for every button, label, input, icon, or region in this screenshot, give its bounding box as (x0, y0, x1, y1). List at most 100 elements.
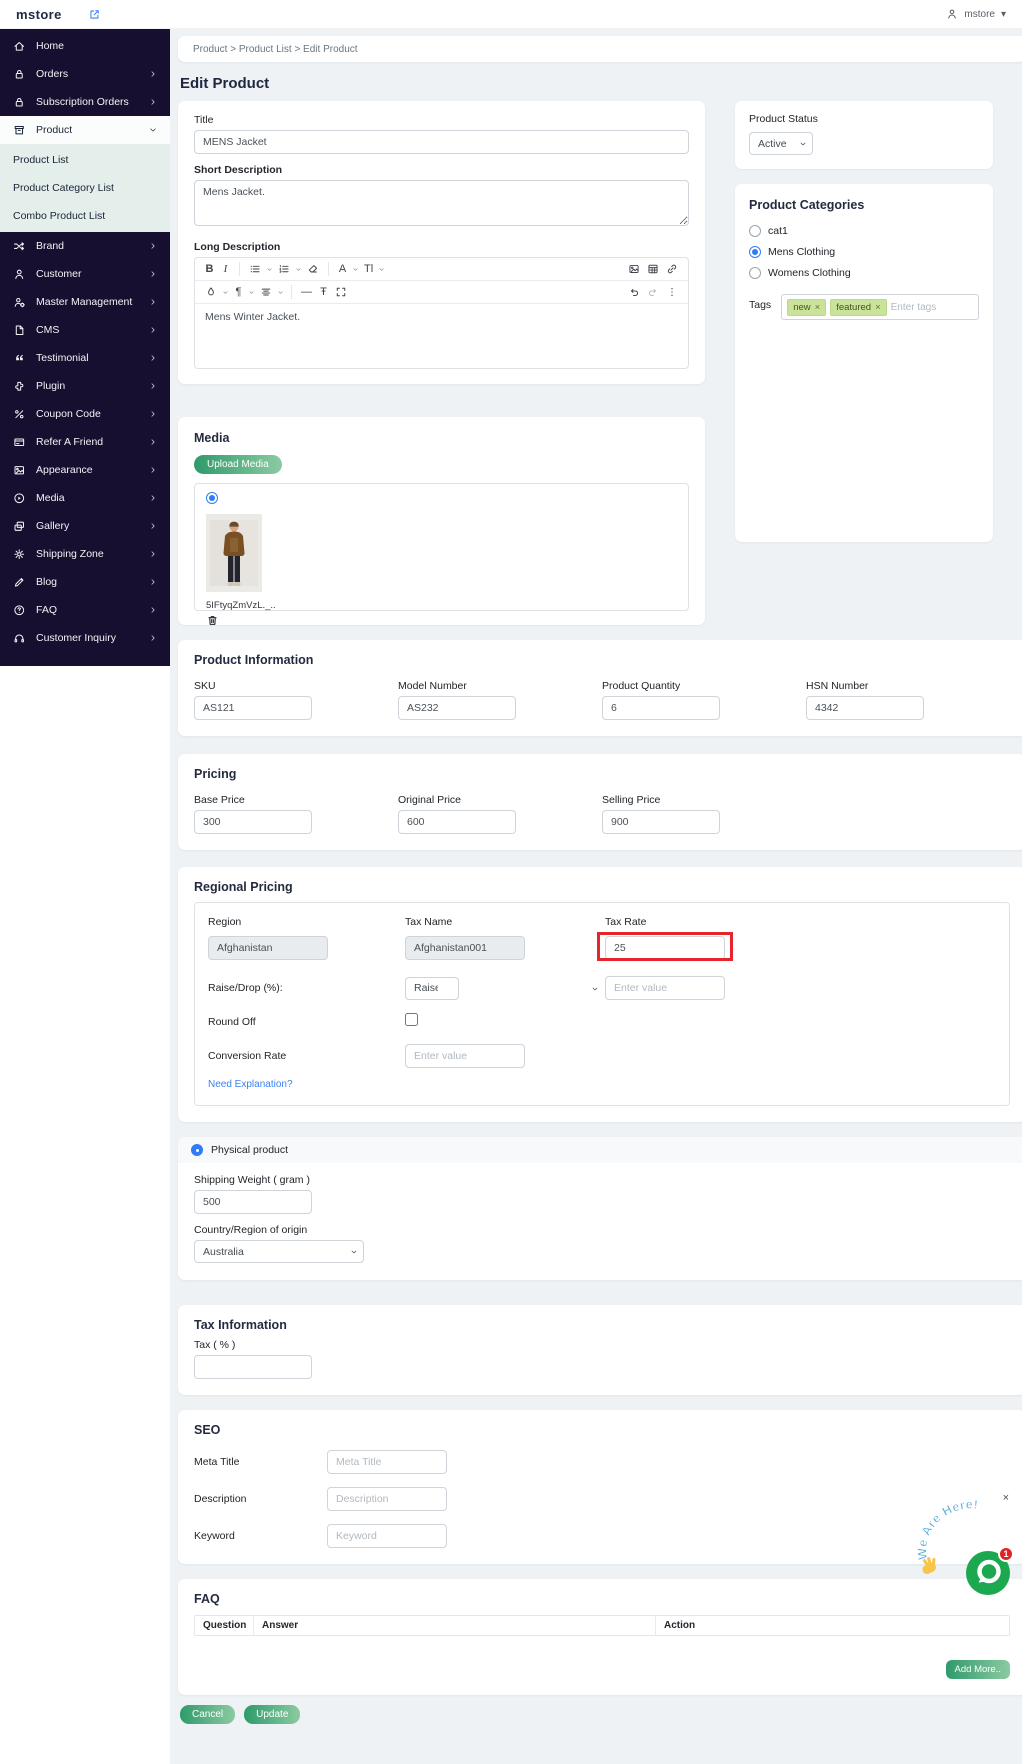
sidebar-item-testimonial[interactable]: Testimonial (0, 344, 170, 372)
upload-media-button[interactable]: Upload Media (194, 455, 282, 474)
sidebar-item-appearance[interactable]: Appearance (0, 456, 170, 484)
sidebar-subitem-product-list[interactable]: Product List (0, 146, 170, 174)
tags-input[interactable] (891, 302, 973, 313)
redo-button[interactable] (644, 283, 662, 301)
sidebar-item-master-management[interactable]: Master Management (0, 288, 170, 316)
sidebar-subitem-combo-product-list[interactable]: Combo Product List (0, 202, 170, 230)
selling-price-input[interactable] (602, 810, 720, 834)
insert-link-button[interactable] (663, 260, 681, 278)
physical-product-radio[interactable] (191, 1144, 203, 1156)
seo-input-meta-title[interactable] (327, 1450, 447, 1474)
sidebar-item-cms[interactable]: CMS (0, 316, 170, 344)
brand-logo[interactable]: mstore (16, 7, 62, 22)
tax-name-label: Tax Name (405, 916, 605, 928)
long-description-editor-body[interactable]: Mens Winter Jacket. (195, 304, 688, 368)
raise-drop-value-input[interactable] (605, 976, 725, 1000)
sidebar-item-shipping-zone[interactable]: Shipping Zone (0, 540, 170, 568)
origin-select[interactable]: Australia (194, 1240, 364, 1263)
sidebar-item-brand[interactable]: Brand (0, 232, 170, 260)
bullet-list-button[interactable] (246, 260, 264, 278)
conversion-rate-input[interactable] (405, 1044, 525, 1068)
media-selected-radio[interactable] (206, 492, 218, 504)
sidebar-item-customer[interactable]: Customer (0, 260, 170, 288)
radio-checked-icon[interactable] (749, 246, 761, 258)
external-link-icon[interactable] (88, 8, 101, 21)
text-style-button[interactable]: Tl (361, 260, 376, 278)
category-option-mens-clothing[interactable]: Mens Clothing (749, 246, 979, 258)
seo-input-keyword[interactable] (327, 1524, 447, 1548)
cancel-button[interactable]: Cancel (180, 1705, 235, 1724)
round-off-checkbox[interactable] (405, 1013, 418, 1026)
sidebar-item-label: Brand (36, 240, 140, 252)
sidebar-item-media[interactable]: Media (0, 484, 170, 512)
sku-input[interactable] (194, 696, 312, 720)
paragraph-button[interactable]: ¶ (231, 283, 246, 301)
user-icon (946, 8, 958, 20)
product-status-select[interactable]: Active (749, 132, 813, 155)
more-options-button[interactable] (663, 283, 681, 301)
eraser-button[interactable] (304, 260, 322, 278)
update-button[interactable]: Update (244, 1705, 300, 1724)
sidebar-item-refer-a-friend[interactable]: Refer A Friend (0, 428, 170, 456)
product-status-card: Product Status Active (735, 101, 993, 169)
numbered-list-button[interactable] (275, 260, 293, 278)
sidebar-item-gallery[interactable]: Gallery (0, 512, 170, 540)
tax-percent-input[interactable] (194, 1355, 312, 1379)
chevron-right-icon (149, 438, 157, 446)
text-highlight-button[interactable] (202, 283, 220, 301)
original-price-input[interactable] (398, 810, 516, 834)
radio-unchecked-icon[interactable] (749, 225, 761, 237)
radio-unchecked-icon[interactable] (749, 267, 761, 279)
short-description-textarea[interactable]: Mens Jacket. (194, 180, 689, 226)
sidebar-item-home[interactable]: Home (0, 32, 170, 60)
short-description-label: Short Description (194, 164, 689, 176)
need-explanation-link[interactable]: Need Explanation? (208, 1079, 293, 1090)
faq-add-more-button[interactable]: Add More.. (946, 1660, 1010, 1679)
pricing-card: Pricing Base PriceOriginal PriceSelling … (178, 754, 1022, 850)
product-categories-title: Product Categories (749, 198, 979, 212)
insert-table-button[interactable] (644, 260, 662, 278)
sidebar-item-customer-inquiry[interactable]: Customer Inquiry (0, 624, 170, 652)
hsn-number-input[interactable] (806, 696, 924, 720)
remove-tag-icon[interactable]: × (875, 302, 881, 313)
trash-icon[interactable] (206, 614, 219, 627)
sidebar-item-subscription-orders[interactable]: Subscription Orders (0, 88, 170, 116)
sidebar-item-plugin[interactable]: Plugin (0, 372, 170, 400)
product-quantity-input[interactable] (602, 696, 720, 720)
alignment-button[interactable] (257, 283, 275, 301)
italic-button[interactable]: I (218, 260, 233, 278)
model-number-input[interactable] (398, 696, 516, 720)
origin-label: Country/Region of origin (194, 1224, 1010, 1236)
tags-input-box[interactable]: new×featured× (781, 294, 979, 320)
tax-rate-input[interactable] (605, 936, 725, 960)
category-option-cat1[interactable]: cat1 (749, 225, 979, 237)
category-option-womens-clothing[interactable]: Womens Clothing (749, 267, 979, 279)
quote-icon (13, 352, 27, 365)
tag-chip: new× (787, 299, 826, 316)
horizontal-rule-button[interactable]: — (298, 283, 315, 301)
region-field: Region (208, 916, 405, 960)
sidebar-item-coupon-code[interactable]: Coupon Code (0, 400, 170, 428)
bold-button[interactable]: B (202, 260, 217, 278)
user-menu[interactable]: mstore ▾ (946, 8, 1006, 20)
seo-input-description[interactable] (327, 1487, 447, 1511)
chat-bubble-icon[interactable]: 1 (965, 1550, 1011, 1596)
clear-formatting-button[interactable]: Ŧ (316, 283, 331, 301)
sidebar-item-blog[interactable]: Blog (0, 568, 170, 596)
sidebar-item-orders[interactable]: Orders (0, 60, 170, 88)
sidebar-subitem-product-category-list[interactable]: Product Category List (0, 174, 170, 202)
sidebar-item-faq[interactable]: FAQ (0, 596, 170, 624)
shipping-weight-input[interactable] (194, 1190, 312, 1214)
raise-drop-select[interactable]: Raise (405, 977, 459, 1000)
undo-button[interactable] (625, 283, 643, 301)
font-color-button[interactable]: A (335, 260, 350, 278)
title-label: Title (194, 114, 689, 126)
sidebar-item-product[interactable]: Product (0, 116, 170, 144)
remove-tag-icon[interactable]: × (815, 302, 821, 313)
insert-image-button[interactable] (625, 260, 643, 278)
title-input[interactable] (194, 130, 689, 154)
base-price-input[interactable] (194, 810, 312, 834)
tags-row: Tags new×featured× (749, 294, 979, 320)
fullscreen-button[interactable] (332, 283, 350, 301)
media-thumbnail[interactable] (206, 514, 677, 597)
